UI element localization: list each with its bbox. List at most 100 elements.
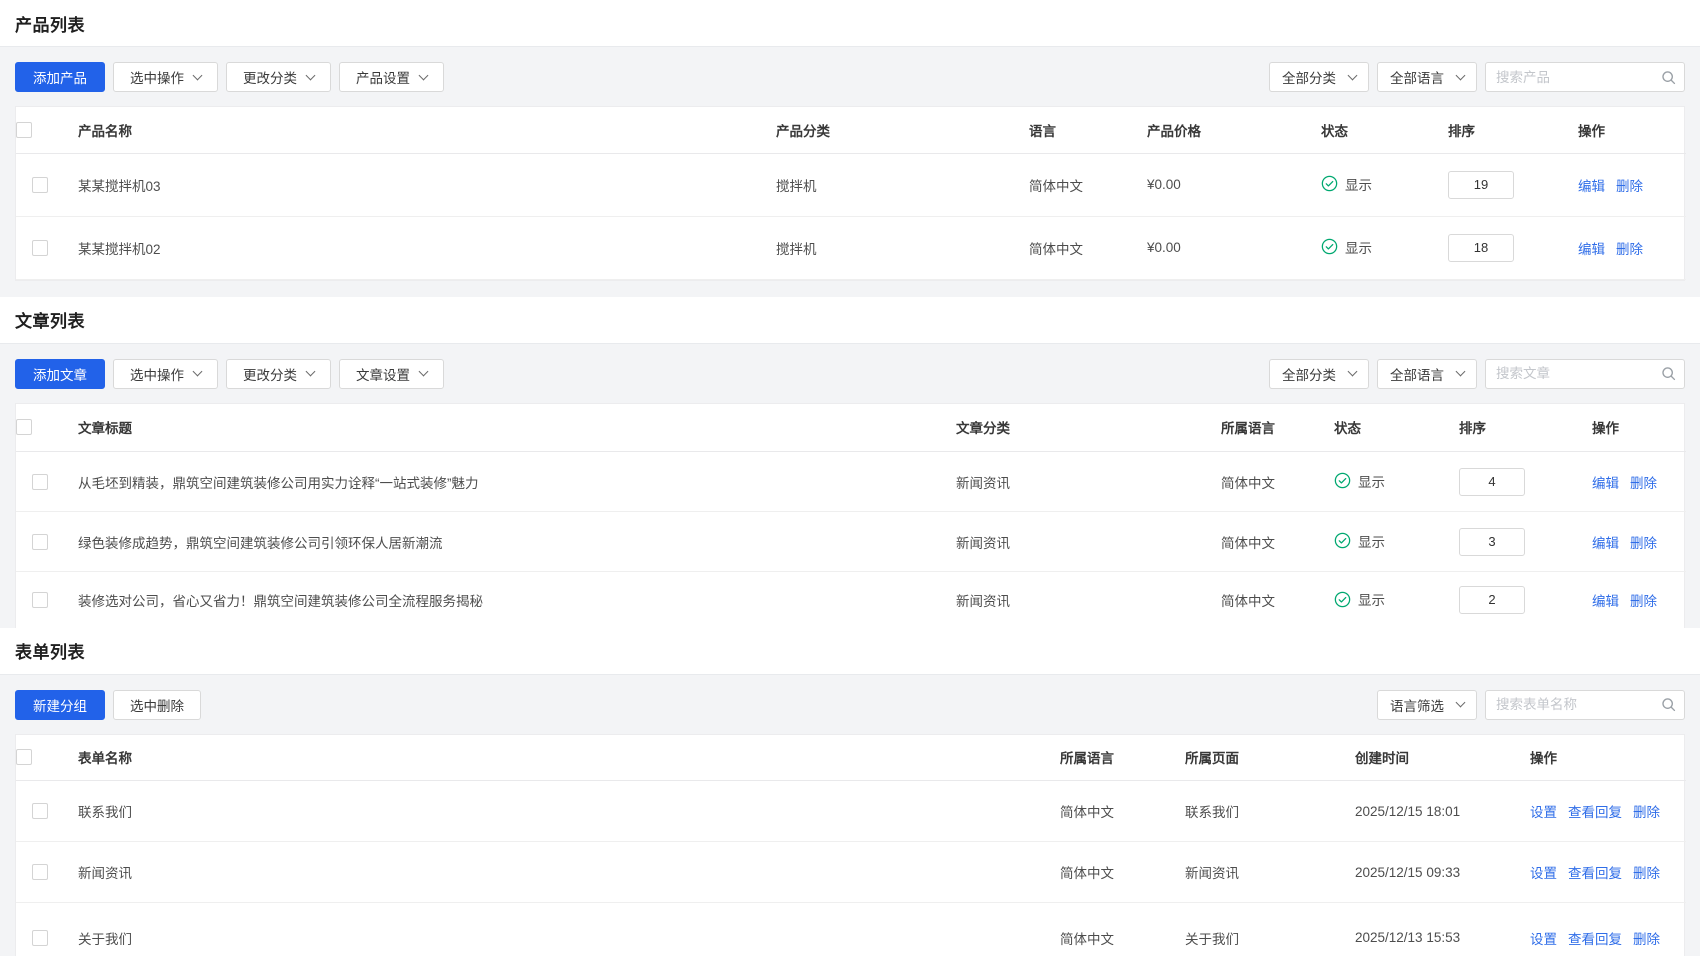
- settings-link[interactable]: 设置: [1530, 866, 1557, 881]
- sort-input[interactable]: [1459, 586, 1525, 614]
- add-article-button[interactable]: 添加文章: [15, 359, 105, 389]
- category-filter-dropdown[interactable]: 全部分类: [1269, 62, 1369, 92]
- delete-link[interactable]: 删除: [1633, 932, 1660, 947]
- sort-input[interactable]: [1459, 528, 1525, 556]
- chevron-down-icon: [1456, 698, 1466, 708]
- delete-link[interactable]: 删除: [1633, 866, 1660, 881]
- article-settings-dropdown[interactable]: 文章设置: [339, 359, 444, 389]
- product-category: 搅拌机: [762, 216, 1015, 279]
- form-language: 简体中文: [1046, 842, 1171, 903]
- row-checkbox[interactable]: [32, 240, 48, 256]
- row-checkbox[interactable]: [32, 534, 48, 550]
- edit-link[interactable]: 编辑: [1592, 476, 1619, 491]
- articles-table: 文章标题 文章分类 所属语言 状态 排序 操作 从毛坯到精装，鼎筑空间建筑装修公…: [16, 404, 1686, 628]
- chevron-down-icon: [419, 70, 429, 80]
- products-table: 产品名称 产品分类 语言 产品价格 状态 排序 操作 某某搅拌机03 搅拌机: [16, 107, 1686, 280]
- status-text: 显示: [1358, 471, 1385, 491]
- form-page: 联系我们: [1171, 781, 1341, 842]
- column-header-language: 语言: [1015, 107, 1133, 153]
- select-all-checkbox[interactable]: [16, 419, 32, 435]
- view-replies-link[interactable]: 查看回复: [1568, 932, 1622, 947]
- change-category-dropdown[interactable]: 更改分类: [226, 62, 331, 92]
- edit-link[interactable]: 编辑: [1592, 536, 1619, 551]
- articles-section: 文章列表 添加文章 选中操作 更改分类 文章设置 全部分类 全部语言: [0, 297, 1700, 628]
- settings-link[interactable]: 设置: [1530, 805, 1557, 820]
- language-filter-dropdown[interactable]: 全部语言: [1377, 62, 1477, 92]
- product-price: ¥0.00: [1133, 153, 1307, 216]
- product-settings-dropdown[interactable]: 产品设置: [339, 62, 444, 92]
- product-language: 简体中文: [1015, 153, 1133, 216]
- article-search-input[interactable]: [1486, 366, 1652, 381]
- chevron-down-icon: [306, 70, 316, 80]
- view-replies-link[interactable]: 查看回复: [1568, 866, 1622, 881]
- new-group-button[interactable]: 新建分组: [15, 690, 105, 720]
- edit-link[interactable]: 编辑: [1592, 594, 1619, 609]
- language-filter-dropdown[interactable]: 全部语言: [1377, 359, 1477, 389]
- product-language: 简体中文: [1015, 216, 1133, 279]
- dropdown-label: 更改分类: [243, 67, 297, 87]
- view-replies-link[interactable]: 查看回复: [1568, 805, 1622, 820]
- forms-zone: 新建分组 选中删除 语言筛选 表单名称 所: [0, 674, 1700, 956]
- products-page-title: 产品列表: [15, 11, 85, 36]
- search-icon[interactable]: [1652, 360, 1684, 388]
- filter-label: 全部分类: [1282, 67, 1336, 87]
- sort-input[interactable]: [1448, 171, 1514, 199]
- category-filter-dropdown[interactable]: 全部分类: [1269, 359, 1369, 389]
- dropdown-label: 选中操作: [130, 67, 184, 87]
- article-category: 新闻资讯: [942, 572, 1207, 628]
- selected-actions-dropdown[interactable]: 选中操作: [113, 359, 218, 389]
- status-badge: 显示: [1321, 174, 1372, 194]
- delete-link[interactable]: 删除: [1630, 594, 1657, 609]
- chevron-down-icon: [193, 367, 203, 377]
- filter-label: 全部语言: [1390, 364, 1444, 384]
- sort-input[interactable]: [1448, 234, 1514, 262]
- row-checkbox[interactable]: [32, 803, 48, 819]
- products-header-row: 产品名称 产品分类 语言 产品价格 状态 排序 操作: [16, 107, 1686, 153]
- form-search-input[interactable]: [1486, 697, 1652, 712]
- status-text: 显示: [1358, 589, 1385, 609]
- status-badge: 显示: [1334, 471, 1385, 491]
- delete-link[interactable]: 删除: [1616, 179, 1643, 194]
- check-circle-icon: [1334, 532, 1351, 549]
- chevron-down-icon: [1456, 367, 1466, 377]
- table-row: 某某搅拌机02 搅拌机 简体中文 ¥0.00 显示 编辑删除: [16, 216, 1686, 279]
- article-language: 简体中文: [1207, 512, 1320, 572]
- chevron-down-icon: [1348, 70, 1358, 80]
- product-price: ¥0.00: [1133, 216, 1307, 279]
- delete-link[interactable]: 删除: [1630, 476, 1657, 491]
- search-icon[interactable]: [1652, 691, 1684, 719]
- row-checkbox[interactable]: [32, 592, 48, 608]
- select-all-checkbox[interactable]: [16, 122, 32, 138]
- delete-link[interactable]: 删除: [1633, 805, 1660, 820]
- delete-link[interactable]: 删除: [1616, 242, 1643, 257]
- selected-actions-dropdown[interactable]: 选中操作: [113, 62, 218, 92]
- settings-link[interactable]: 设置: [1530, 932, 1557, 947]
- row-checkbox[interactable]: [32, 930, 48, 946]
- form-created-time: 2025/12/15 18:01: [1341, 781, 1516, 842]
- column-header-created: 创建时间: [1341, 735, 1516, 781]
- form-search-box: [1485, 690, 1685, 720]
- product-search-input[interactable]: [1486, 70, 1652, 85]
- change-category-dropdown[interactable]: 更改分类: [226, 359, 331, 389]
- search-icon[interactable]: [1652, 63, 1684, 91]
- article-category: 新闻资讯: [942, 452, 1207, 512]
- edit-link[interactable]: 编辑: [1578, 179, 1605, 194]
- delete-selected-button[interactable]: 选中删除: [113, 690, 201, 720]
- sort-input[interactable]: [1459, 468, 1525, 496]
- product-name: 某某搅拌机02: [64, 216, 762, 279]
- row-checkbox[interactable]: [32, 474, 48, 490]
- delete-link[interactable]: 删除: [1630, 536, 1657, 551]
- status-text: 显示: [1345, 237, 1372, 257]
- row-checkbox[interactable]: [32, 864, 48, 880]
- table-row: 装修选对公司，省心又省力！鼎筑空间建筑装修公司全流程服务揭秘 新闻资讯 简体中文…: [16, 572, 1686, 628]
- articles-title-band: 文章列表: [0, 297, 1700, 343]
- table-row: 绿色装修成趋势，鼎筑空间建筑装修公司引领环保人居新潮流 新闻资讯 简体中文 显示…: [16, 512, 1686, 572]
- check-circle-icon: [1334, 472, 1351, 489]
- add-product-button[interactable]: 添加产品: [15, 62, 105, 92]
- language-filter-dropdown[interactable]: 语言筛选: [1377, 690, 1477, 720]
- edit-link[interactable]: 编辑: [1578, 242, 1605, 257]
- form-name: 联系我们: [64, 781, 1046, 842]
- column-header-title: 文章标题: [64, 404, 942, 452]
- select-all-checkbox[interactable]: [16, 749, 32, 765]
- row-checkbox[interactable]: [32, 177, 48, 193]
